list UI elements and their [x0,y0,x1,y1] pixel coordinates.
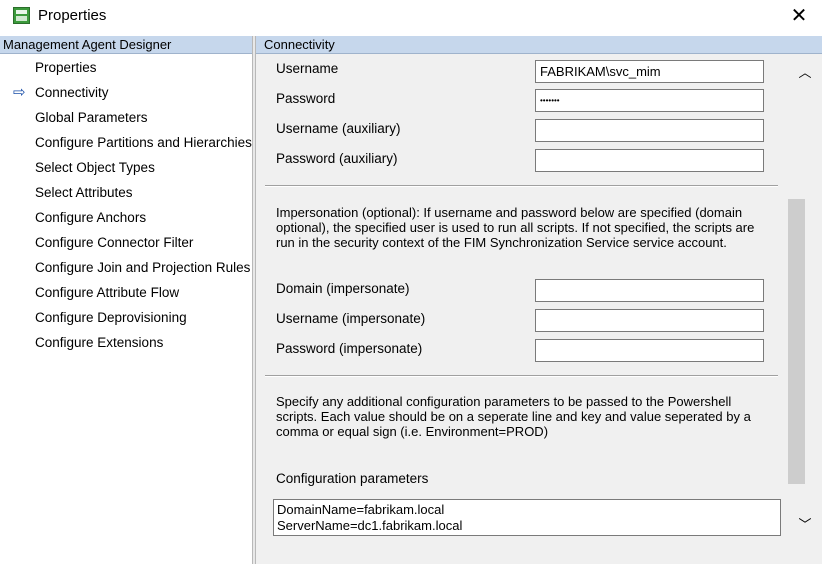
scroll-up-icon[interactable]: ︿ [788,64,822,82]
vertical-scrollbar[interactable]: ︿ ﹀ [788,54,822,564]
password-auxiliary-input[interactable] [535,149,764,172]
username-impersonate-label: Username (impersonate) [276,311,426,326]
domain-impersonate-input[interactable] [535,279,764,302]
close-button[interactable]: ✕ [780,0,818,32]
nav-item-configure-connector-filter[interactable]: Configure Connector Filter [0,233,252,253]
designer-nav-pane: Properties ⇨ Connectivity Global Paramet… [0,54,252,564]
nav-item-label: Configure Partitions and Hierarchies [35,135,252,150]
right-panel-header: Connectivity [256,36,822,54]
nav-item-label: Configure Anchors [35,210,147,225]
config-line: DomainName=fabrikam.local [277,502,445,517]
impersonation-description: Impersonation (optional): If username an… [276,205,755,250]
nav-item-label: Global Parameters [35,110,148,125]
configuration-parameters-textarea[interactable]: DomainName=fabrikam.local ServerName=dc1… [273,499,781,536]
username-impersonate-input[interactable] [535,309,764,332]
nav-item-properties[interactable]: Properties [0,58,252,78]
nav-item-label: Configure Extensions [35,335,164,350]
password-impersonate-label: Password (impersonate) [276,341,423,356]
scroll-thumb[interactable] [788,199,805,484]
username-auxiliary-label: Username (auxiliary) [276,121,401,136]
connectivity-pane: Username Password Username (auxiliary) P… [256,54,822,564]
section-divider [265,375,778,377]
nav-item-global-parameters[interactable]: Global Parameters [0,108,252,128]
scroll-down-icon[interactable]: ﹀ [788,516,822,534]
username-label: Username [276,61,339,76]
nav-item-select-object-types[interactable]: Select Object Types [0,158,252,178]
left-panel-header: Management Agent Designer [0,36,252,54]
password-impersonate-input[interactable] [535,339,764,362]
configuration-parameters-label: Configuration parameters [276,471,429,486]
nav-item-configure-join-projection[interactable]: Configure Join and Projection Rules [0,258,252,278]
nav-item-label: Select Object Types [35,160,155,175]
title-bar: Properties ✕ [0,0,822,34]
properties-app-icon [13,7,30,24]
nav-item-label: Configure Deprovisioning [35,310,187,325]
username-input[interactable] [535,60,764,83]
nav-item-configure-attribute-flow[interactable]: Configure Attribute Flow [0,283,252,303]
nav-item-label: Connectivity [35,85,109,100]
config-line: ServerName=dc1.fabrikam.local [277,518,463,533]
nav-item-label: Properties [35,60,97,75]
password-label: Password [276,91,336,106]
window-title: Properties [38,7,107,24]
nav-item-configure-deprovisioning[interactable]: Configure Deprovisioning [0,308,252,328]
nav-item-configure-extensions[interactable]: Configure Extensions [0,333,252,353]
nav-item-label: Select Attributes [35,185,133,200]
nav-item-label: Configure Attribute Flow [35,285,180,300]
nav-item-select-attributes[interactable]: Select Attributes [0,183,252,203]
current-page-arrow-icon: ⇨ [13,84,26,101]
configuration-description: Specify any additional configuration par… [276,394,751,439]
section-divider [265,185,778,187]
password-auxiliary-label: Password (auxiliary) [276,151,398,166]
nav-item-configure-partitions[interactable]: Configure Partitions and Hierarchies [0,133,252,153]
nav-item-label: Configure Connector Filter [35,235,194,250]
password-input[interactable] [535,89,764,112]
username-auxiliary-input[interactable] [535,119,764,142]
nav-item-label: Configure Join and Projection Rules [35,260,251,275]
nav-item-configure-anchors[interactable]: Configure Anchors [0,208,252,228]
domain-impersonate-label: Domain (impersonate) [276,281,410,296]
nav-item-connectivity[interactable]: ⇨ Connectivity [0,83,252,103]
